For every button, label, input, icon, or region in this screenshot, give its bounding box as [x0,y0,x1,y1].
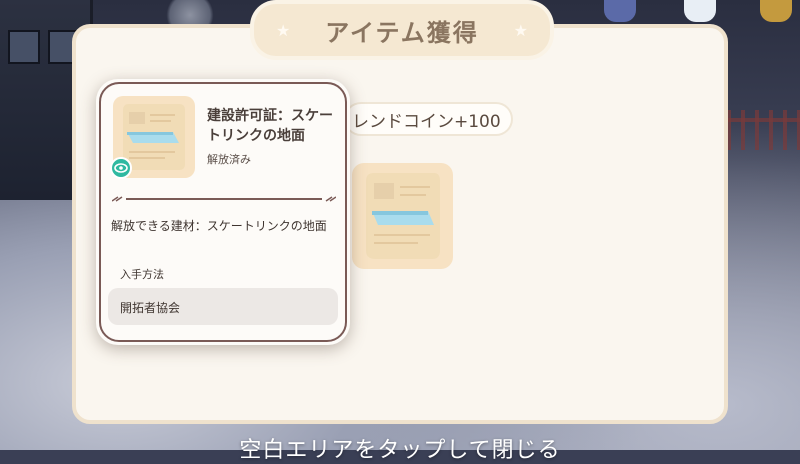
shop-icon[interactable] [760,0,792,22]
background-fence-rail [727,118,800,122]
obtain-method-label: 入手方法 [120,268,164,281]
dialog-title-tab: ★ アイテム獲得 ★ [254,4,550,56]
dialog-title: アイテム獲得 [325,18,479,47]
blueprint-scroll-icon [366,173,440,259]
obtain-source-item[interactable]: 開拓者協会 [108,288,338,325]
reward-text: レンドコイン+100 [352,111,501,132]
background-fence [727,110,800,150]
close-hint: 空白エリアをタップして閉じる [239,438,561,463]
view-eye-icon[interactable] [110,157,132,179]
star-icon: ★ [276,21,291,40]
card-item-name: 建設許可証：スケートリンクの地面 [207,108,333,144]
star-icon: ★ [513,21,528,40]
reward-coin-pill: レンドコイン+100 [346,104,511,134]
card-item-status: 解放済み [207,153,251,166]
top-menu-icon[interactable] [604,0,636,22]
snowman-icon[interactable] [684,0,716,22]
reward-item-icon[interactable] [352,163,453,269]
card-item-description: 解放できる建材：スケートリンクの地面 [111,219,327,233]
obtain-source-text: 開拓者協会 [120,301,181,315]
card-divider [112,196,336,202]
